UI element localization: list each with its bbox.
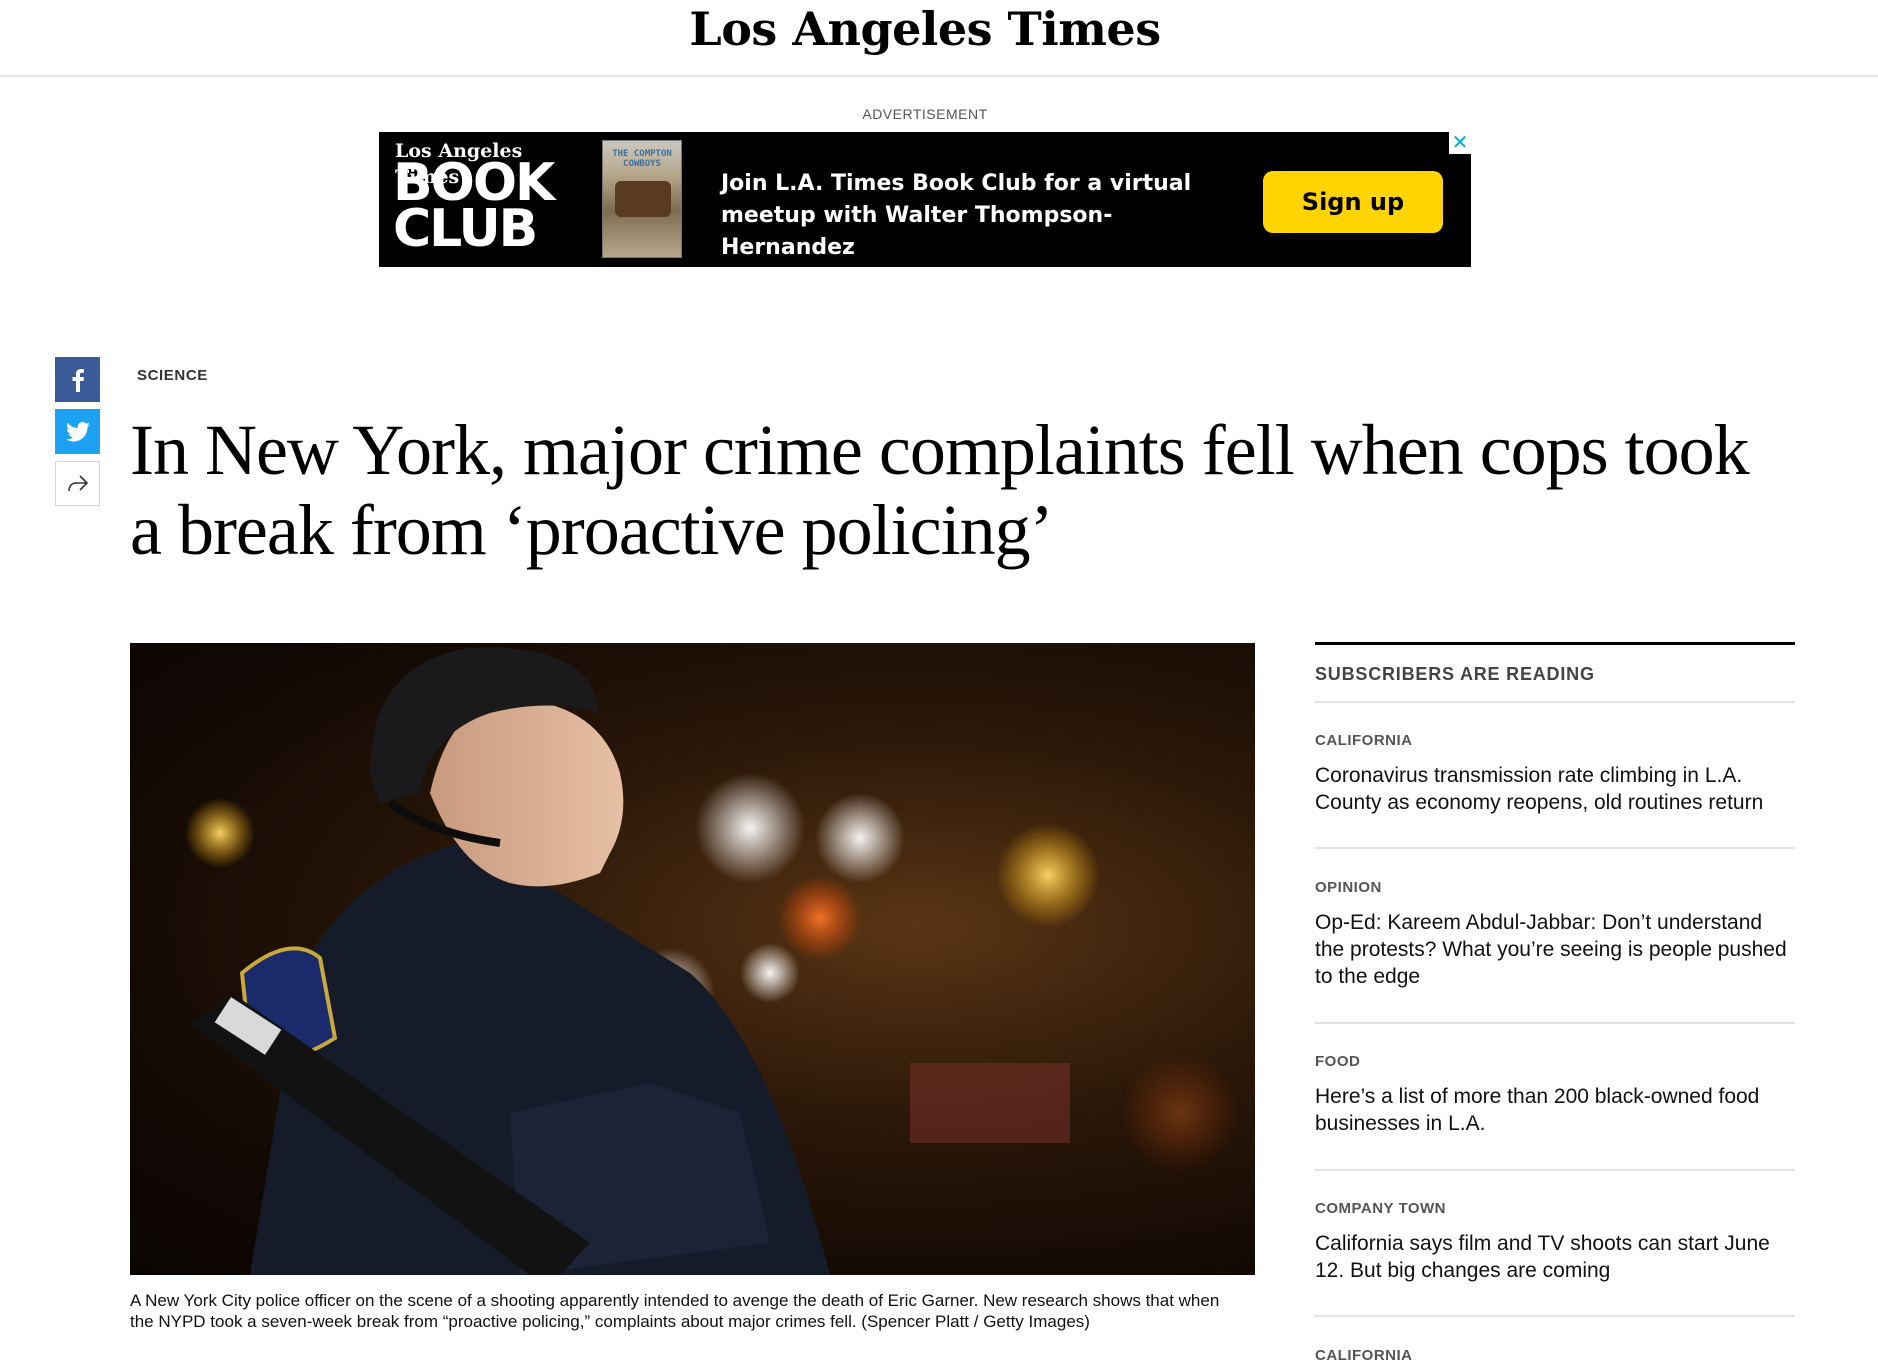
book-cover-art xyxy=(615,181,671,217)
story-kicker[interactable]: CALIFORNIA xyxy=(1315,732,1413,749)
photo-caption: A New York City police officer on the sc… xyxy=(130,1291,1220,1331)
section-label[interactable]: SCIENCE xyxy=(137,367,208,384)
sidebar-top-rule xyxy=(1315,642,1795,645)
sidebar-divider xyxy=(1315,1169,1795,1171)
masthead: Los Angeles Times xyxy=(0,0,1878,77)
ad-message: Join L.A. Times Book Club for a virtual … xyxy=(721,171,1192,260)
police-officer-photo xyxy=(185,647,1240,1275)
sidebar-divider xyxy=(1315,1315,1795,1317)
more-share-button[interactable] xyxy=(55,461,100,506)
sign-up-button[interactable]: Sign up xyxy=(1263,171,1443,233)
story-headline-link[interactable]: Here’s a list of more than 200 black-own… xyxy=(1315,1083,1795,1137)
hero-photo xyxy=(130,643,1255,1275)
article-headline: In New York, major crime complaints fell… xyxy=(130,410,1750,570)
ad-logo-line-2: CLUB xyxy=(393,199,538,259)
story-headline-link[interactable]: Coronavirus transmission rate climbing i… xyxy=(1315,762,1795,816)
story-kicker[interactable]: OPINION xyxy=(1315,879,1382,896)
sidebar-divider xyxy=(1315,847,1795,849)
ad-close-icon[interactable]: ✕ xyxy=(1449,132,1471,154)
site-logo[interactable]: Los Angeles Times xyxy=(0,0,1850,60)
share-arrow-icon xyxy=(67,474,88,491)
book-club-ad-banner[interactable]: Los Angeles Times BOOK CLUB THE COMPTON … xyxy=(379,132,1471,267)
twitter-share-button[interactable] xyxy=(55,409,100,454)
ad-book-club-logo: BOOK CLUB xyxy=(393,157,555,259)
sidebar-divider xyxy=(1315,701,1795,703)
facebook-icon xyxy=(72,368,84,392)
story-kicker[interactable]: FOOD xyxy=(1315,1053,1360,1070)
sidebar-title: SUBSCRIBERS ARE READING xyxy=(1315,664,1595,684)
story-headline-link[interactable]: California says film and TV shoots can s… xyxy=(1315,1230,1795,1284)
story-kicker[interactable]: COMPANY TOWN xyxy=(1315,1200,1446,1217)
story-headline-link[interactable]: Op-Ed: Kareem Abdul-Jabbar: Don’t unders… xyxy=(1315,909,1795,990)
twitter-icon xyxy=(65,421,90,441)
book-cover-title: THE COMPTON COWBOYS xyxy=(612,149,672,169)
book-cover-image: THE COMPTON COWBOYS xyxy=(602,140,682,258)
facebook-share-button[interactable] xyxy=(55,357,100,402)
story-kicker[interactable]: CALIFORNIA xyxy=(1315,1347,1413,1364)
advertisement-label: ADVERTISEMENT xyxy=(862,106,988,122)
sidebar-divider xyxy=(1315,1022,1795,1024)
